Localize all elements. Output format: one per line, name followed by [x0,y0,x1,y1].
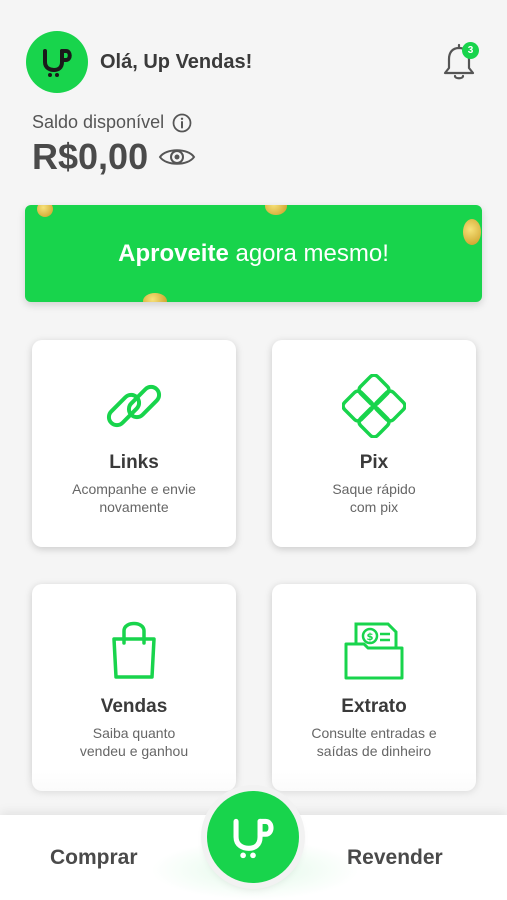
eye-icon[interactable] [158,145,196,169]
promo-banner[interactable]: Aproveite agora mesmo! [25,205,482,302]
pix-icon [342,374,406,438]
up-logo-icon [233,818,274,859]
up-logo-icon [43,49,72,77]
card-pix[interactable]: Pix Saque rápido com pix [272,340,476,547]
notification-button[interactable]: 3 [441,42,481,82]
svg-text:$: $ [367,632,374,643]
balance-label: Saldo disponível [32,112,165,132]
statement-folder-icon: $ [342,618,406,682]
revender-button[interactable]: Revender [347,846,443,870]
home-fab-button[interactable] [207,791,299,883]
avatar[interactable] [26,31,88,93]
card-links[interactable]: Links Acompanhe e envie novamente [32,340,236,547]
card-description: Consulte entradas e saídas de dinheiro [311,725,437,759]
balance-value-row: R$0,00 [32,136,196,178]
banner-text-rest: agora mesmo! [228,239,389,267]
comprar-button[interactable]: Comprar [50,846,138,870]
balance-label-row: Saldo disponível [32,112,192,133]
shopping-bag-icon [106,618,162,682]
banner-text-bold: Aproveite [118,239,229,267]
notification-badge: 3 [462,42,479,59]
card-description: Saiba quanto vendeu e ganhou [79,725,189,759]
coin-decoration [37,205,53,217]
card-description: Acompanhe e envie novamente [72,481,196,515]
coin-decoration [463,219,481,245]
card-extrato[interactable]: $ Extrato Consulte entradas e saídas de … [272,584,476,791]
card-description: Saque rápido com pix [332,481,416,515]
card-title: Links [109,452,159,473]
header: Olá, Up Vendas! 3 [26,30,481,94]
coin-decoration [265,205,287,215]
card-vendas[interactable]: Vendas Saiba quanto vendeu e ganhou [32,584,236,791]
banner-text: Aproveite agora mesmo! [118,240,389,268]
balance-amount: R$0,00 [32,136,149,177]
card-title: Vendas [100,696,168,717]
link-icon [102,374,166,438]
greeting-text: Olá, Up Vendas! [100,50,253,73]
info-icon[interactable] [172,113,192,133]
coin-decoration [143,293,167,302]
card-title: Extrato [341,696,407,717]
card-title: Pix [359,452,389,473]
